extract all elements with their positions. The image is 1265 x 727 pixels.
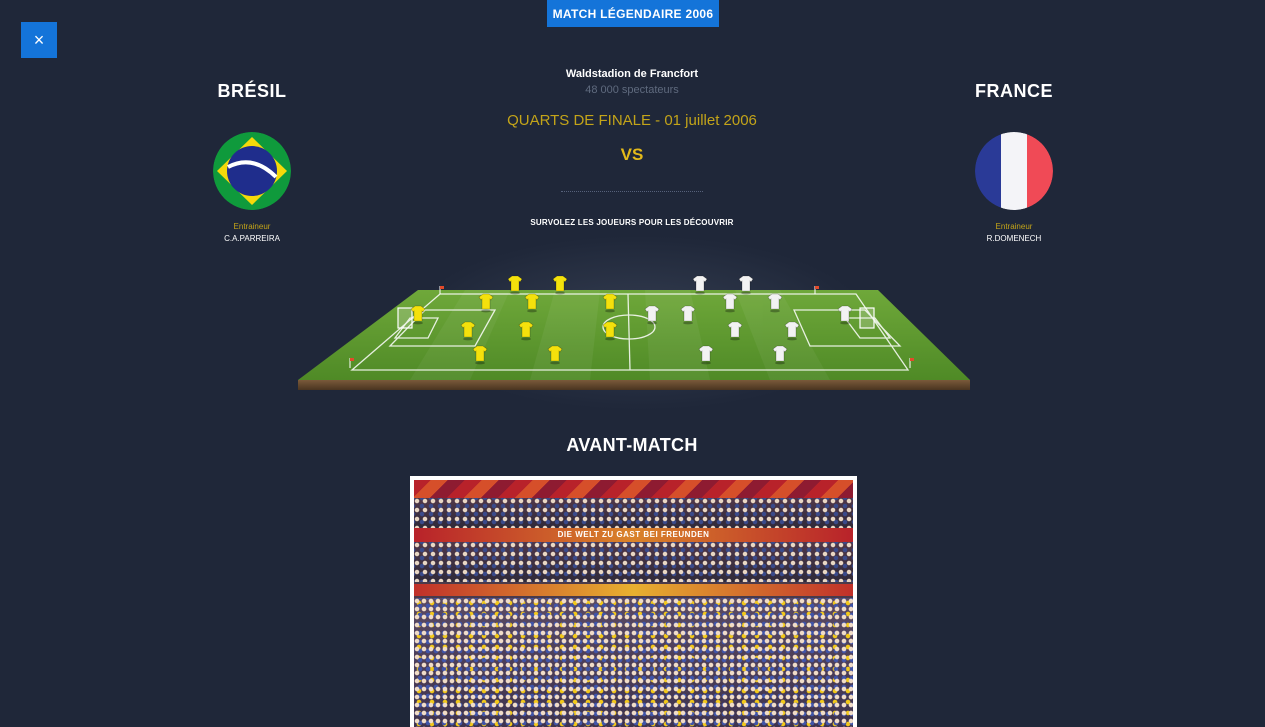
away-player-shirt[interactable]	[722, 293, 738, 313]
home-player-shirt[interactable]	[472, 345, 488, 365]
home-player-shirt[interactable]	[524, 293, 540, 313]
france-flag-icon	[975, 132, 1053, 210]
home-player-shirt[interactable]	[518, 321, 534, 341]
home-player-shirt[interactable]	[602, 321, 618, 341]
home-player-shirt[interactable]	[507, 275, 523, 295]
away-player-shirt[interactable]	[698, 345, 714, 365]
away-player-shirt[interactable]	[784, 321, 800, 341]
photo-top-banner	[414, 480, 853, 498]
away-coach-label: Entraineur	[995, 222, 1033, 231]
away-player-shirt[interactable]	[772, 345, 788, 365]
players-layer	[410, 275, 853, 365]
match-legend-badge: MATCH LÉGENDAIRE 2006	[547, 0, 719, 27]
dotted-divider	[561, 191, 703, 192]
photo-banner: DIE WELT ZU GAST BEI FREUNDEN	[414, 528, 853, 542]
away-coach-name: R.DOMENECH	[986, 234, 1042, 243]
close-button[interactable]: ×	[21, 22, 57, 58]
pre-match-photo: DIE WELT ZU GAST BEI FREUNDEN	[410, 476, 857, 727]
versus-label: VS	[620, 145, 644, 164]
away-player-shirt[interactable]	[680, 305, 696, 325]
home-team-name: BRÉSIL	[217, 81, 287, 101]
hover-players-hint: SURVOLEZ LES JOUEURS POUR LES DÉCOUVRIR	[530, 218, 734, 227]
pre-match-title: AVANT-MATCH	[566, 435, 698, 455]
home-coach-name: C.A.PARREIRA	[224, 234, 280, 243]
close-icon: ×	[33, 29, 45, 50]
home-player-shirt[interactable]	[547, 345, 563, 365]
match-page: MATCH LÉGENDAIRE 2006 × BRÉSIL Entraineu…	[0, 0, 1265, 727]
home-player-shirt[interactable]	[552, 275, 568, 295]
away-player-shirt[interactable]	[727, 321, 743, 341]
home-player-shirt[interactable]	[602, 293, 618, 313]
match-round-date: QUARTS DE FINALE - 01 juillet 2006	[507, 112, 757, 129]
photo-crowd-middle	[414, 542, 853, 582]
stadium-name: Waldstadion de Francfort	[565, 68, 699, 80]
match-info: Waldstadion de Francfort 48 000 spectate…	[482, 68, 782, 227]
home-player-shirt[interactable]	[478, 293, 494, 313]
away-team-name: FRANCE	[975, 81, 1053, 101]
away-player-shirt[interactable]	[644, 305, 660, 325]
photo-crowd-lower	[414, 598, 853, 727]
stadium-crowd-image: DIE WELT ZU GAST BEI FREUNDEN	[414, 480, 853, 727]
photo-crowd-upper	[414, 498, 853, 528]
home-team-panel: BRÉSIL Entraineur C.A.PARREIRA	[152, 80, 352, 243]
brazil-flag-icon	[213, 132, 291, 210]
away-team-panel: FRANCE Entraineur R.DOMENECH	[914, 80, 1114, 243]
away-player-shirt[interactable]	[738, 275, 754, 295]
home-player-shirt[interactable]	[460, 321, 476, 341]
football-pitch	[290, 228, 980, 418]
away-player-shirt[interactable]	[692, 275, 708, 295]
spectator-count: 48 000 spectateurs	[585, 84, 679, 96]
away-player-shirt[interactable]	[767, 293, 783, 313]
home-player-shirt[interactable]	[410, 305, 426, 325]
away-player-shirt[interactable]	[837, 305, 853, 325]
home-coach-label: Entraineur	[233, 222, 271, 231]
photo-banner-thin	[414, 584, 853, 596]
